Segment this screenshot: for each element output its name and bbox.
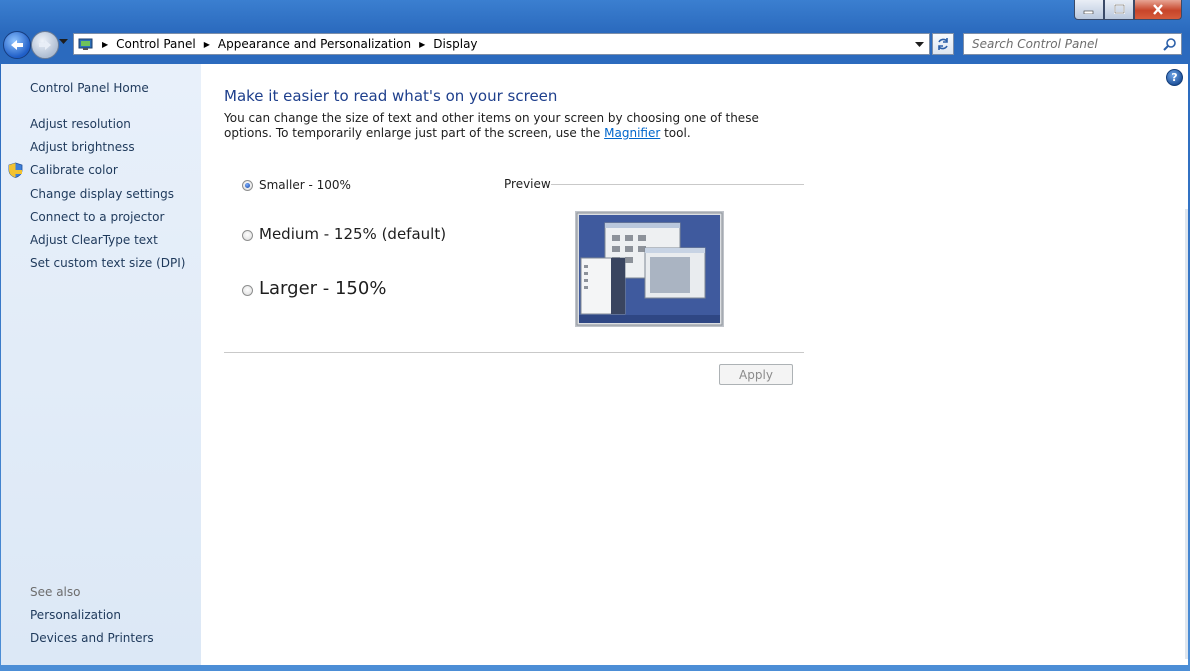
refresh-icon [938, 38, 948, 50]
search-box [963, 33, 1182, 55]
section-divider [224, 352, 804, 353]
magnifier-link[interactable]: Magnifier [604, 126, 660, 140]
sidebar-link-custom-dpi[interactable]: Set custom text size (DPI) [30, 256, 185, 270]
option-smaller[interactable]: Smaller - 100% [242, 178, 351, 192]
minimize-icon [1083, 10, 1094, 14]
sidebar-link-adjust-cleartype[interactable]: Adjust ClearType text [30, 233, 158, 247]
caption-buttons [1074, 0, 1182, 20]
preview-divider [551, 184, 804, 185]
breadcrumb-arrow-icon[interactable]: ▶ [204, 40, 210, 49]
option-smaller-label: Smaller - 100% [259, 178, 351, 192]
arrow-right-icon [39, 40, 51, 50]
sidebar-link-calibrate-color[interactable]: Calibrate color [30, 163, 118, 177]
restore-icon [1114, 4, 1125, 14]
breadcrumb-arrow-icon[interactable]: ▶ [419, 40, 425, 49]
address-dropdown-icon[interactable] [915, 42, 924, 48]
option-medium-label: Medium - 125% (default) [259, 225, 447, 243]
restore-button[interactable] [1104, 0, 1134, 20]
help-icon[interactable]: ? [1166, 69, 1183, 86]
address-toolbar: ▶ Control Panel ▶ Appearance and Persona… [0, 30, 1190, 60]
sidebar-link-connect-projector[interactable]: Connect to a projector [30, 210, 164, 224]
scrollbar-edge[interactable] [1185, 209, 1188, 659]
option-medium[interactable]: Medium - 125% (default) [242, 225, 446, 243]
control-panel-icon [78, 38, 93, 50]
radio-smaller[interactable] [242, 179, 253, 191]
close-icon [1153, 4, 1163, 15]
sidebar-link-change-display-settings[interactable]: Change display settings [30, 187, 174, 201]
sidebar-link-adjust-brightness[interactable]: Adjust brightness [30, 140, 135, 154]
recent-pages-dropdown-icon[interactable] [59, 39, 68, 45]
search-input[interactable] [970, 36, 1154, 52]
option-larger[interactable]: Larger - 150% [242, 278, 386, 299]
see-also-heading: See also [30, 585, 81, 599]
breadcrumb-arrow-icon[interactable]: ▶ [102, 40, 108, 49]
sidebar-link-adjust-resolution[interactable]: Adjust resolution [30, 117, 131, 131]
minimize-button[interactable] [1074, 0, 1104, 20]
breadcrumb-display[interactable]: Display [433, 37, 477, 51]
option-larger-label: Larger - 150% [259, 278, 387, 299]
search-icon[interactable] [1163, 38, 1176, 51]
radio-medium[interactable] [242, 230, 253, 241]
sidebar-link-devices-printers[interactable]: Devices and Printers [30, 631, 154, 645]
task-pane: Control Panel Home Adjust resolution Adj… [1, 64, 201, 665]
breadcrumb: ▶ Control Panel ▶ Appearance and Persona… [94, 37, 478, 51]
description-text-end: tool. [660, 126, 691, 140]
arrow-left-icon [11, 40, 23, 50]
preview-label: Preview [504, 177, 551, 191]
back-button[interactable] [3, 31, 31, 59]
page-title: Make it easier to read what's on your sc… [224, 87, 558, 105]
apply-button[interactable]: Apply [719, 364, 793, 385]
breadcrumb-control-panel[interactable]: Control Panel [116, 37, 196, 51]
close-button[interactable] [1134, 0, 1182, 20]
page-description: You can change the size of text and othe… [224, 111, 784, 141]
radio-larger[interactable] [242, 284, 253, 296]
uac-shield-icon [8, 162, 23, 178]
forward-button[interactable] [31, 31, 59, 59]
content-area: Control Panel Home Adjust resolution Adj… [1, 64, 1188, 665]
sidebar-link-personalization[interactable]: Personalization [30, 608, 121, 622]
address-bar[interactable]: ▶ Control Panel ▶ Appearance and Persona… [73, 33, 930, 55]
breadcrumb-appearance[interactable]: Appearance and Personalization [218, 37, 411, 51]
refresh-button[interactable] [932, 33, 954, 55]
sidebar-link-control-panel-home[interactable]: Control Panel Home [30, 81, 149, 95]
preview-monitor-image [575, 211, 724, 327]
